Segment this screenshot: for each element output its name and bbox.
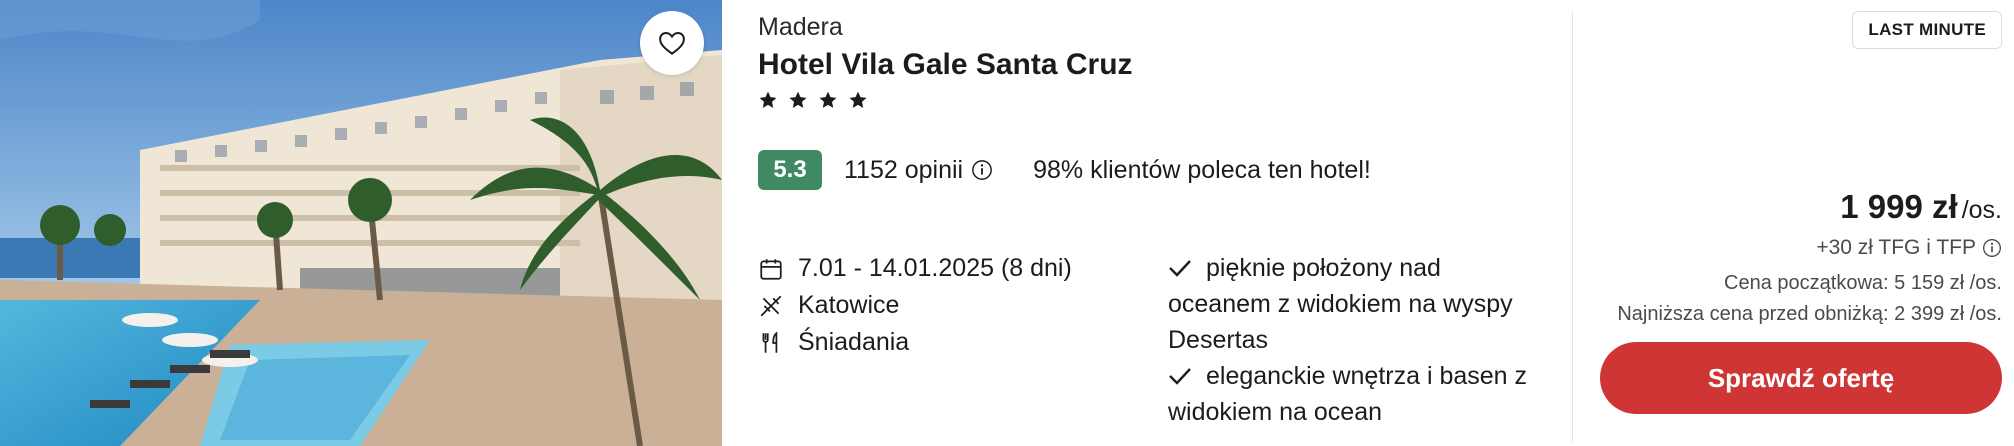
fees-row: +30 zł TFG i TFP xyxy=(1816,236,2002,260)
hotel-stars xyxy=(758,90,868,110)
cutlery-icon xyxy=(758,330,784,356)
hotel-name[interactable]: Hotel Vila Gale Santa Cruz xyxy=(758,48,1133,82)
dates-text: 7.01 - 14.01.2025 (8 dni) xyxy=(798,254,1072,282)
calendar-icon xyxy=(758,256,784,282)
board-text: Śniadania xyxy=(798,328,910,356)
detail-board: Śniadania xyxy=(758,324,1072,361)
offer-details: 7.01 - 14.01.2025 (8 dni) Katowice Śniad… xyxy=(758,250,1072,361)
star-icon xyxy=(758,90,778,110)
info-circle-icon[interactable] xyxy=(971,159,993,181)
star-icon xyxy=(818,90,838,110)
star-icon xyxy=(848,90,868,110)
price: 1 999 zł/os. xyxy=(1840,188,2002,226)
recommend-text: 98% klientów poleca ten hotel! xyxy=(1033,155,1371,184)
detail-dates: 7.01 - 14.01.2025 (8 dni) xyxy=(758,250,1072,287)
check-icon xyxy=(1168,252,1192,277)
region-label: Madera xyxy=(758,13,843,41)
feature-text: eleganckie wnętrza i basen z widokiem na… xyxy=(1168,362,1528,426)
info-circle-icon[interactable] xyxy=(1982,238,2002,258)
check-icon xyxy=(1168,360,1192,385)
rating-row: 5.3 1152 opinii 98% klientów poleca ten … xyxy=(758,150,1371,190)
heart-outline-icon xyxy=(659,31,685,55)
feature-item: pięknie położony nad oceanem z widokiem … xyxy=(1168,250,1548,358)
fees-text: +30 zł TFG i TFP xyxy=(1816,236,1976,259)
price-unit: /os. xyxy=(1961,196,2002,224)
lowest-price: Najniższa cena przed obniżką: 2 399 zł /… xyxy=(1617,303,2002,325)
favorite-button[interactable] xyxy=(640,11,704,75)
feature-text: pięknie położony nad oceanem z widokiem … xyxy=(1168,254,1513,354)
opinions-count[interactable]: 1152 opinii xyxy=(844,156,963,185)
departure-text: Katowice xyxy=(798,291,900,319)
check-offer-button[interactable]: Sprawdź ofertę xyxy=(1600,342,2002,414)
detail-departure: Katowice xyxy=(758,287,1072,324)
hotel-image xyxy=(0,0,722,446)
offer-card[interactable]: Madera Hotel Vila Gale Santa Cruz 5.3 11… xyxy=(0,0,2014,446)
price-amount: 1 999 zł xyxy=(1840,188,1958,225)
column-divider xyxy=(1572,12,1573,442)
feature-list: pięknie położony nad oceanem z widokiem … xyxy=(1168,250,1548,430)
star-icon xyxy=(788,90,808,110)
rating-badge: 5.3 xyxy=(758,150,822,190)
last-minute-badge: LAST MINUTE xyxy=(1852,11,2002,49)
hotel-photo[interactable] xyxy=(0,0,722,446)
feature-item: eleganckie wnętrza i basen z widokiem na… xyxy=(1168,358,1548,430)
start-price: Cena początkowa: 5 159 zł /os. xyxy=(1724,272,2002,294)
plane-icon xyxy=(758,293,784,319)
